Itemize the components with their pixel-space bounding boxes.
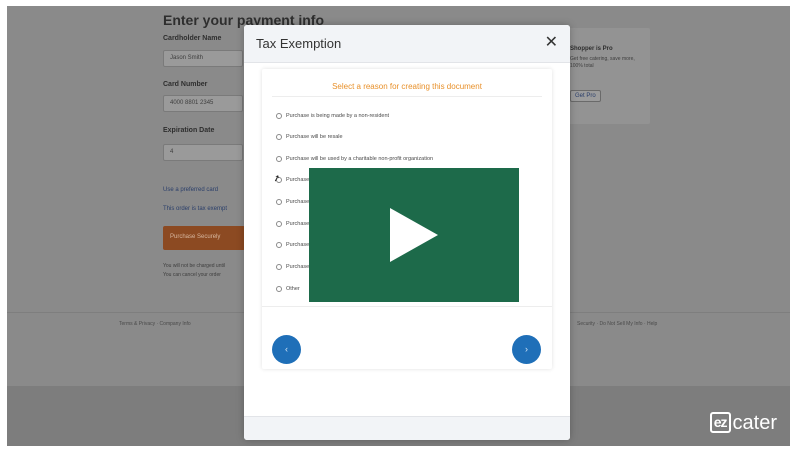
close-icon[interactable]: ✕ — [545, 34, 558, 52]
cardholder-field[interactable]: Jason Smith — [163, 50, 243, 67]
charge-note: You will not be charged until — [163, 263, 226, 269]
radio-button[interactable] — [276, 242, 282, 248]
radio-button[interactable] — [276, 134, 282, 140]
expiration-month-select[interactable]: 4 — [163, 144, 243, 161]
cancel-note: You can cancel your order — [163, 272, 221, 278]
panel-divider — [272, 96, 542, 97]
radio-button[interactable] — [276, 113, 282, 119]
radio-button[interactable] — [276, 156, 282, 162]
modal-footer — [244, 416, 570, 440]
video-play-overlay[interactable] — [309, 168, 519, 302]
logo-wordmark: cater — [732, 411, 777, 434]
card-number-field[interactable]: 4000 8801 2345 — [163, 95, 243, 112]
card-number-label: Card Number — [163, 81, 208, 88]
reason-option-7[interactable]: Purchase — [276, 242, 309, 248]
reason-option-label: Purchase is being made by a non-resident — [286, 113, 390, 119]
logo-ez-mark: ez — [709, 412, 731, 433]
reason-option-label: Purchase will be resale — [286, 134, 343, 140]
play-icon[interactable] — [390, 208, 438, 262]
purchase-button[interactable]: Purchase Securely — [163, 226, 245, 250]
reason-option-8[interactable]: Purchase — [276, 264, 309, 270]
reason-option-label: Other — [286, 286, 300, 292]
reason-option-label: Purchase — [286, 242, 310, 248]
footer-links-left[interactable]: Terms & Privacy · Company Info — [119, 321, 191, 327]
footer-links-right[interactable]: Security · Do Not Sell My Info · Help — [577, 321, 657, 327]
expiration-label: Expiration Date — [163, 127, 215, 134]
chevron-left-icon: ‹ — [285, 344, 288, 354]
reason-option-5[interactable]: Purchase — [276, 199, 309, 205]
radio-button[interactable] — [276, 221, 282, 227]
reason-prompt: Select a reason for creating this docume… — [332, 82, 482, 91]
ezcater-logo: ez cater — [709, 411, 777, 434]
reason-option-non-profit[interactable]: Purchase will be used by a charitable no… — [276, 156, 433, 162]
reason-option-non-resident[interactable]: Purchase is being made by a non-resident — [276, 113, 389, 119]
reason-option-6[interactable]: Purchase — [276, 221, 309, 227]
side-promo-card: Shopper is Pro Get free catering, save m… — [562, 28, 650, 124]
modal-title: Tax Exemption — [256, 36, 342, 51]
modal-header: Tax Exemption ✕ — [244, 25, 570, 63]
reason-option-label: Purchase — [286, 264, 310, 270]
tax-exempt-link[interactable]: This order is tax exempt — [163, 206, 227, 212]
chevron-right-icon: › — [525, 344, 528, 354]
reason-option-other[interactable]: Other — [276, 286, 300, 292]
video-thumbnail-frame: Enter your payment info Cardholder Name … — [7, 6, 790, 446]
reason-option-label: Purchase will be used by a charitable no… — [286, 156, 434, 162]
promo-title: Shopper is Pro — [570, 46, 613, 52]
preferred-card-link[interactable]: Use a preferred card — [163, 187, 218, 193]
radio-button[interactable] — [276, 264, 282, 270]
reason-option-label: Purchase — [286, 221, 310, 227]
previous-button[interactable]: ‹ — [272, 335, 301, 364]
radio-button[interactable] — [276, 286, 282, 292]
panel-bottom-divider — [262, 306, 552, 307]
promo-button[interactable]: Get Pro — [570, 90, 601, 102]
cardholder-label: Cardholder Name — [163, 35, 222, 42]
next-button[interactable]: › — [512, 335, 541, 364]
radio-button[interactable] — [276, 199, 282, 205]
reason-option-label: Purchase — [286, 177, 310, 183]
reason-option-label: Purchase — [286, 199, 310, 205]
promo-text: Get free catering, save more, 100% total — [570, 56, 635, 69]
mouse-cursor-icon: ➚ — [271, 172, 282, 185]
reason-option-resale[interactable]: Purchase will be resale — [276, 134, 343, 140]
